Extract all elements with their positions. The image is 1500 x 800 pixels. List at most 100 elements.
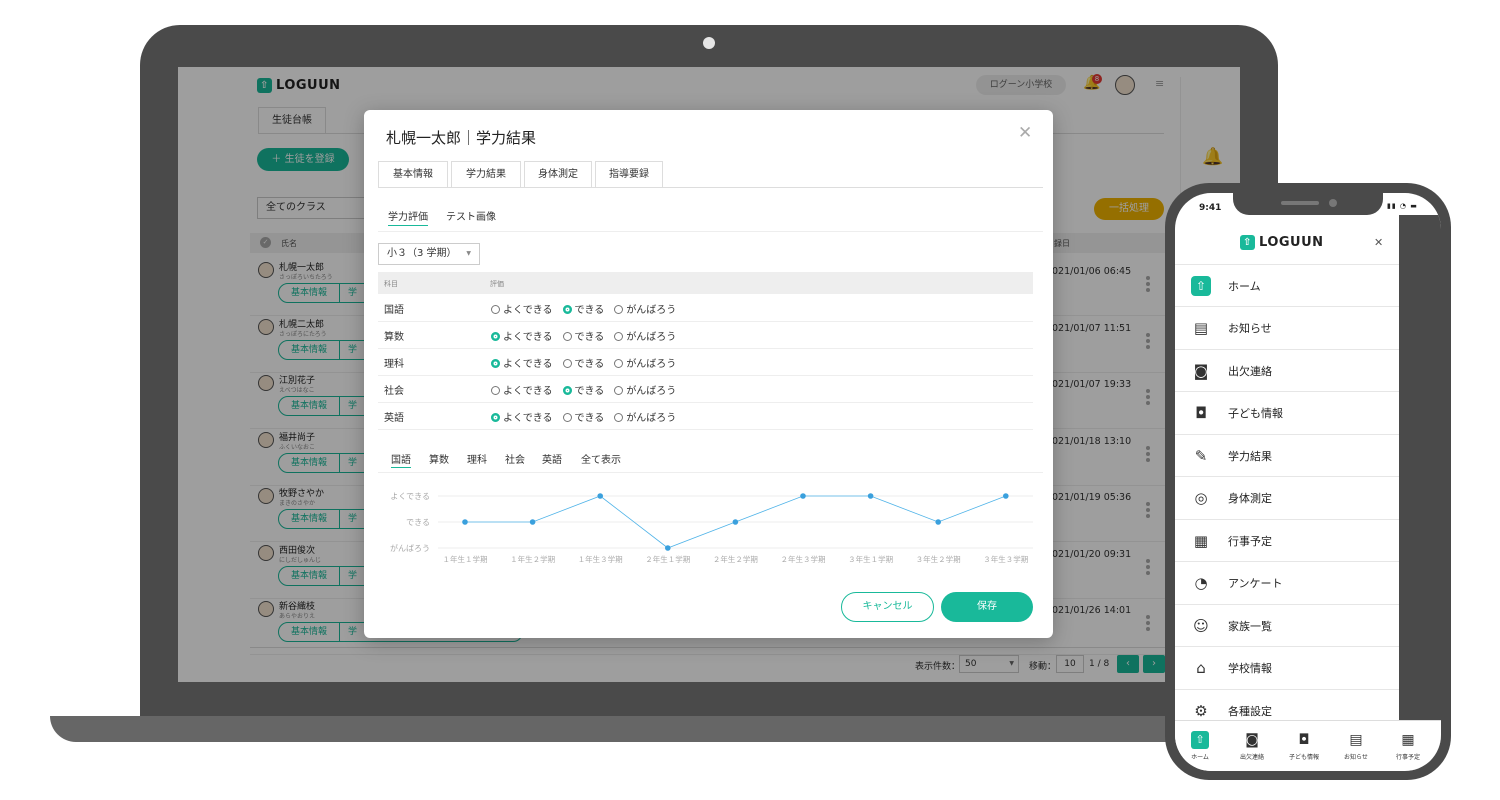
rating-radio[interactable]: できる xyxy=(562,412,604,424)
radio-icon[interactable] xyxy=(614,412,624,422)
rating-options: よくできる できる がんばろう xyxy=(491,355,686,370)
chart-tab[interactable]: 算数 xyxy=(429,451,449,466)
subtab-test-images[interactable]: テスト画像 xyxy=(446,208,496,223)
attendance-icon: ◙ xyxy=(1245,732,1259,748)
tab-divider xyxy=(378,187,1043,188)
phone-tabbar-item[interactable]: ◘ 子ども情報 xyxy=(1281,731,1327,761)
x-tick-label: ２年生３学期 xyxy=(781,554,826,564)
rating-options: よくできる できる がんばろう xyxy=(491,328,686,343)
phone-tabbar-item[interactable]: ◙ 出欠連絡 xyxy=(1229,731,1275,761)
phone-menu-item[interactable]: ▦ 行事予定 xyxy=(1175,520,1399,562)
tab-grades[interactable]: 学力結果 xyxy=(451,161,521,188)
radio-icon[interactable] xyxy=(562,412,572,422)
subject-label: 英語 xyxy=(384,412,404,424)
phone-menu-label: アンケート xyxy=(1228,577,1283,590)
family-icon: ☺ xyxy=(1193,616,1209,635)
measure-icon: ◎ xyxy=(1194,489,1208,507)
front-camera-icon xyxy=(1329,199,1337,207)
cancel-button[interactable]: キャンセル xyxy=(841,592,934,622)
rating-radio[interactable]: できる xyxy=(562,304,604,316)
chart-point xyxy=(665,545,671,551)
phone-tabbar-item[interactable]: ▦ 行事予定 xyxy=(1385,731,1431,761)
phone-menu-item[interactable]: ◎ 身体測定 xyxy=(1175,478,1399,520)
radio-icon[interactable] xyxy=(491,412,500,422)
radio-icon[interactable] xyxy=(491,304,500,314)
radio-icon[interactable] xyxy=(562,304,572,314)
rating-radio[interactable]: できる xyxy=(562,358,604,370)
save-button[interactable]: 保存 xyxy=(941,592,1033,622)
radio-icon[interactable] xyxy=(562,331,572,341)
rating-radio[interactable]: できる xyxy=(562,331,604,343)
phone-notch xyxy=(1233,193,1383,215)
subtab-grade-evaluation[interactable]: 学力評価 xyxy=(388,208,428,226)
rating-radio[interactable]: がんばろう xyxy=(614,304,676,316)
x-tick-label: ３年生３学期 xyxy=(983,554,1028,564)
phone-menu-label: 身体測定 xyxy=(1228,492,1272,505)
rating-radio[interactable]: よくできる xyxy=(491,331,553,343)
grade-row: 理科 よくできる できる がんばろう xyxy=(378,349,1033,376)
chart-point xyxy=(1003,493,1009,499)
chart-tab[interactable]: 英語 xyxy=(542,451,562,466)
radio-icon[interactable] xyxy=(614,304,624,314)
home-icon: ⇧ xyxy=(1191,731,1209,749)
rating-radio[interactable]: がんばろう xyxy=(614,412,676,424)
phone-menu-label: 出欠連絡 xyxy=(1228,364,1272,378)
x-tick-label: ２年生２学期 xyxy=(713,554,758,564)
calendar-icon: ▦ xyxy=(1401,732,1415,748)
tab-basic-info[interactable]: 基本情報 xyxy=(378,161,448,188)
rating-radio[interactable]: よくできる xyxy=(491,304,553,316)
phone-close-icon[interactable]: ✕ xyxy=(1374,236,1383,249)
phone-menu-item[interactable]: ▤ お知らせ xyxy=(1175,308,1399,350)
grade-row: 算数 よくできる できる がんばろう xyxy=(378,322,1033,349)
chart-tab[interactable]: 理科 xyxy=(467,451,487,466)
rating-radio[interactable]: よくできる xyxy=(491,385,553,397)
radio-icon[interactable] xyxy=(614,331,624,341)
subject-label: 理科 xyxy=(384,358,404,370)
calendar-icon: ▦ xyxy=(1193,531,1209,550)
rating-radio[interactable]: がんばろう xyxy=(614,385,676,397)
radio-icon[interactable] xyxy=(614,358,624,368)
term-select[interactable]: 小３（3 学期） ▼ xyxy=(378,243,480,265)
radio-icon[interactable] xyxy=(491,358,500,368)
phone-screen: 9:41 ▮▮ ◔ ▬ ⇧ LOGUUN ✕ ⇧ ホーム ▤ お知らせ ◙ 出欠連絡 ◘ 子ど… xyxy=(1175,193,1441,771)
radio-icon[interactable] xyxy=(562,385,572,395)
rating-radio[interactable]: できる xyxy=(562,385,604,397)
grades-line-chart: がんばろう できる よくできる １年生１学期 １年生２学期 １年生３学期 ２年生１学期 ２年生… xyxy=(390,492,1033,564)
chart-point xyxy=(529,519,536,525)
header-subject: 科目 xyxy=(384,280,398,288)
chart-tab[interactable]: 国語 xyxy=(391,451,411,468)
tab-physical[interactable]: 身体測定 xyxy=(524,161,592,188)
phone-menu-label: 行事予定 xyxy=(1228,534,1272,548)
phone-tabbar-item[interactable]: ▤ お知らせ xyxy=(1333,731,1379,761)
phone-menu-item[interactable]: ✎ 学力結果 xyxy=(1175,435,1399,477)
phone-menu-item[interactable]: ◘ 子ども情報 xyxy=(1175,393,1399,435)
phone-menu-item[interactable]: ⌂ 学校情報 xyxy=(1175,648,1399,690)
radio-icon[interactable] xyxy=(491,385,500,395)
status-time: 9:41 xyxy=(1199,203,1222,213)
radio-icon[interactable] xyxy=(614,385,624,395)
radio-icon[interactable] xyxy=(491,331,500,341)
phone-menu-item[interactable]: ◔ アンケート xyxy=(1175,563,1399,605)
phone-menu-item[interactable]: ◙ 出欠連絡 xyxy=(1175,350,1399,392)
rating-radio[interactable]: がんばろう xyxy=(614,331,676,343)
phone-menu-label: 学力結果 xyxy=(1228,449,1272,463)
tab-guidance[interactable]: 指導要録 xyxy=(595,161,663,188)
grades-table-header: 科目 評価 xyxy=(378,272,1033,294)
attendance-icon: ◙ xyxy=(1193,361,1209,380)
phone-menu-label: 子ども情報 xyxy=(1228,407,1283,420)
radio-icon[interactable] xyxy=(562,358,572,368)
phone-menu-item[interactable]: ☺ 家族一覧 xyxy=(1175,605,1399,647)
rating-radio[interactable]: よくできる xyxy=(491,358,553,370)
chart-tab[interactable]: 社会 xyxy=(505,451,525,466)
phone-menu-item[interactable]: ⇧ ホーム xyxy=(1175,265,1399,307)
close-icon[interactable]: ✕ xyxy=(1018,123,1032,143)
x-tick-label: ３年生１学期 xyxy=(848,554,893,564)
modal-title: 札幌一太郎｜学力結果 xyxy=(386,129,537,147)
x-tick-label: １年生１学期 xyxy=(443,554,488,564)
phone-tabbar-item[interactable]: ⇧ ホーム xyxy=(1177,731,1223,761)
rating-radio[interactable]: がんばろう xyxy=(614,358,676,370)
grade-row: 社会 よくできる できる がんばろう xyxy=(378,376,1033,403)
chart-point xyxy=(800,493,806,499)
rating-radio[interactable]: よくできる xyxy=(491,412,553,424)
chart-tab[interactable]: 全て表示 xyxy=(581,451,621,466)
